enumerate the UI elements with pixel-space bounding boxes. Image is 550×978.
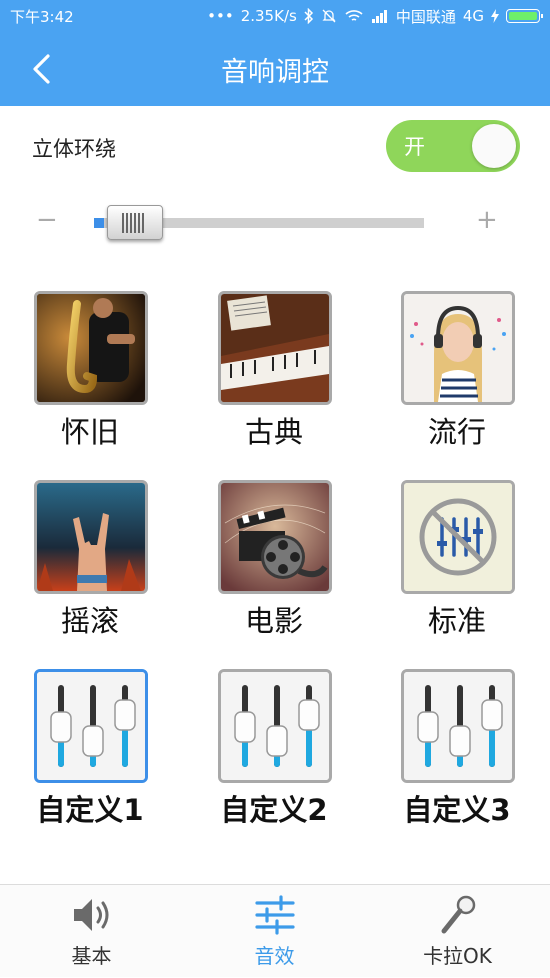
microphone-icon [441,895,476,934]
carrier-name: 中国联通 [395,7,456,26]
wifi-icon [345,10,363,21]
preset-label: 自定义1 [36,793,144,827]
preset-label: 流行 [427,415,486,449]
preset-custom-2[interactable]: 自定义2 [194,669,354,849]
preset-custom-1[interactable]: 自定义1 [10,669,170,849]
volume-plus-button[interactable]: + [476,207,498,233]
status-time: 下午3:42 [10,7,74,26]
equalizer-sliders-icon [34,669,148,783]
preset-nostalgia[interactable]: 怀旧 [10,291,170,471]
surround-label: 立体环绕 [32,137,116,161]
preset-classical[interactable]: 古典 [194,291,354,471]
equalizer-icon [255,895,295,935]
toggle-knob [472,124,516,168]
tab-label: 音效 [254,944,295,968]
title-bar: 音响调控 [0,32,550,106]
mute-icon [322,9,336,23]
toggle-text: 开 [404,135,425,159]
preset-label: 摇滚 [60,604,119,638]
bottom-nav: 基本 音效 卡拉OK [0,884,550,977]
volume-minus-button[interactable]: − [36,207,58,233]
speaker-icon [74,899,109,931]
volume-slider-thumb[interactable] [107,205,163,240]
equalizer-sliders-icon [218,669,332,783]
piano-photo [218,291,332,405]
preset-label: 电影 [244,604,303,638]
rock-hand-photo [34,480,148,594]
volume-slider-fill [94,218,104,228]
equalizer-sliders-icon [401,669,515,783]
header-bar: 下午3:42 ••• 2.35K/s 中国联通 4G 音响调控 [0,0,550,106]
signal-icon [371,10,387,23]
preset-custom-3[interactable]: 自定义3 [377,669,537,849]
preset-label: 古典 [244,415,303,449]
status-dots: ••• [207,7,234,25]
page-title: 音响调控 [221,57,329,88]
saxophone-photo [34,291,148,405]
tab-karaoke[interactable]: 卡拉OK [366,885,549,978]
battery-icon [506,9,543,23]
preset-label: 自定义2 [220,793,328,827]
bluetooth-icon [304,8,313,24]
preset-movie[interactable]: 电影 [194,480,354,660]
preset-rock[interactable]: 摇滚 [10,480,170,660]
network-speed: 2.35K/s [240,7,297,25]
film-clapper-icon [218,480,332,594]
status-bar: 下午3:42 ••• 2.35K/s 中国联通 4G [0,0,550,32]
preset-label: 标准 [427,604,486,638]
no-equalizer-icon [401,480,515,594]
surround-toggle[interactable]: 开 [386,120,520,172]
tab-basic[interactable]: 基本 [0,885,183,978]
preset-label: 自定义3 [403,793,511,827]
preset-label: 怀旧 [60,415,119,449]
preset-standard[interactable]: 标准 [377,480,537,660]
tab-effects[interactable]: 音效 [183,885,366,978]
charging-icon [491,9,499,23]
network-type: 4G [462,7,484,25]
headphones-girl-photo [401,291,515,405]
tab-label: 卡拉OK [423,944,492,968]
tab-label: 基本 [71,944,112,968]
preset-pop[interactable]: 流行 [377,291,537,471]
